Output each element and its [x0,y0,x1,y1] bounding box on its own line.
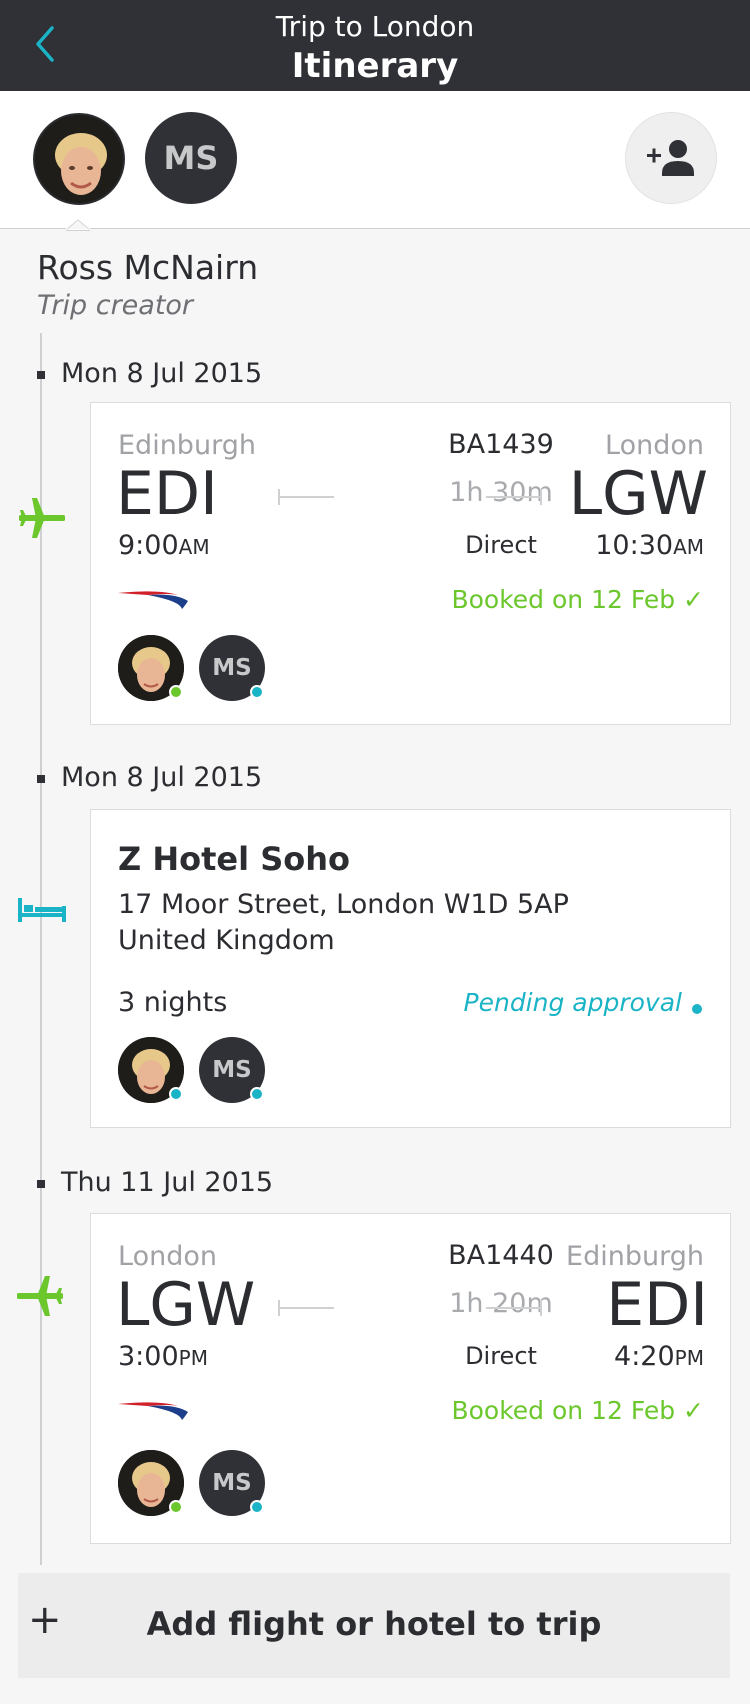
add-person-icon [647,140,694,176]
add-traveler-button[interactable] [625,112,717,204]
add-item-label: Add flight or hotel to trip [146,1605,602,1643]
creator-role: Trip creator [37,290,194,321]
page-title: Itinerary [291,46,459,86]
route-line-left [278,489,334,505]
hotel-address: 17 Moor Street, London W1D 5AP [118,889,569,920]
departure-time: 3:00PM [118,1341,208,1372]
origin-code: LGW [116,1270,256,1340]
timeline-dot [37,371,45,379]
origin-city: London [118,1241,217,1272]
add-flight-or-hotel-button[interactable]: + Add flight or hotel to trip [18,1573,730,1678]
destination-code: LGW [568,459,708,529]
airline-logo-icon [118,591,188,609]
traveler-status-dot [169,685,183,699]
destination-city: London [605,430,704,461]
timeline-dot [37,775,45,783]
flight-card[interactable]: Edinburgh EDI 9:00AM BA1439 1h 30m Direc… [90,402,731,725]
plane-icon [17,1276,63,1316]
item-date: Thu 11 Jul 2015 [61,1167,274,1198]
booking-status: Booked on 12 Feb ✓ [451,585,704,614]
origin-city: Edinburgh [118,430,256,461]
flight-card[interactable]: London LGW 3:00PM BA1440 1h 20m Direct E… [90,1213,731,1544]
hotel-country: United Kingdom [118,925,335,956]
selected-caret [66,219,90,231]
hotel-name: Z Hotel Soho [118,840,351,878]
trip-name: Trip to London [275,10,475,43]
hotel-card[interactable]: Z Hotel Soho 17 Moor Street, London W1D … [90,809,731,1128]
bed-icon [18,898,66,922]
creator-name: Ross McNairn [37,248,259,287]
avatar-ms[interactable]: MS [145,112,237,204]
flight-stops: Direct [465,1342,537,1370]
booking-status: Booked on 12 Feb ✓ [451,1396,704,1425]
item-date: Mon 8 Jul 2015 [61,762,263,793]
nav-header: Trip to London Itinerary [0,0,750,91]
pending-dot [692,1004,702,1014]
traveler-status-dot [169,1087,183,1101]
timeline-dot [37,1180,45,1188]
traveler-status-dot [250,1087,264,1101]
plane-icon [19,498,65,538]
departure-time: 9:00AM [118,530,210,561]
hotel-nights: 3 nights [118,987,228,1018]
destination-code: EDI [606,1270,708,1340]
airline-logo-icon [118,1402,188,1420]
route-line-right [486,489,542,505]
route-line-right [486,1300,542,1316]
arrival-time: 10:30AM [595,530,704,561]
origin-code: EDI [116,459,218,529]
avatar-ross[interactable] [33,113,125,205]
destination-city: Edinburgh [566,1241,704,1272]
route-line-left [278,1300,334,1316]
travelers-strip: MS [0,91,750,229]
traveler-status-dot [169,1500,183,1514]
traveler-status-dot [250,685,264,699]
item-date: Mon 8 Jul 2015 [61,358,263,389]
arrival-time: 4:20PM [614,1341,704,1372]
traveler-status-dot [250,1500,264,1514]
booking-status: Pending approval [463,988,682,1017]
